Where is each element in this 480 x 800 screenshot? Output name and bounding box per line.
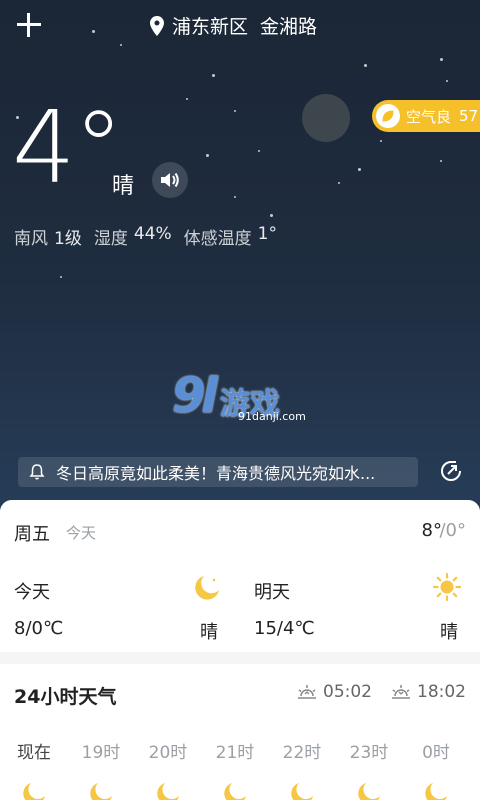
aqi-value: 57 [459, 107, 479, 125]
forecast-day-name: 今天 [14, 582, 50, 603]
forecast-card: 周五 今天 8° /0° 今天 8/0℃ 晴 明天 15/4℃ 晴 24小时天气… [0, 500, 480, 800]
location-district: 浦东新区 [172, 16, 249, 38]
location-selector[interactable]: 浦东新区 金湘路 [150, 12, 317, 39]
moon-icon [195, 576, 219, 600]
hour-label: 21时 [215, 743, 255, 763]
share-icon[interactable] [436, 456, 466, 486]
today-label: 今天 [66, 524, 97, 542]
news-ticker[interactable]: 冬日高原竟如此柔美！青海贵德风光宛如水... [18, 457, 418, 487]
add-city-button[interactable] [14, 10, 44, 40]
sunrise-time: 05:02 [323, 682, 372, 702]
hour-item[interactable]: 0时 [406, 738, 466, 800]
forecast-day-name: 明天 [254, 582, 290, 603]
moon-icon [23, 783, 45, 800]
location-pin-icon [150, 15, 164, 36]
humidity-value: 44% [133, 224, 172, 244]
speaker-icon [161, 172, 179, 188]
location-road: 金湘路 [260, 16, 318, 38]
moon-icon [358, 783, 380, 800]
hour-item[interactable]: 现在 [4, 738, 64, 800]
air-quality-badge[interactable]: 空气良 57 [372, 100, 480, 132]
forecast-range: 15/4℃ [254, 618, 315, 639]
hour-list: 现在 19时 20时 21时 22时 23时 0时 [0, 738, 480, 800]
hour-label: 19时 [81, 743, 121, 763]
moon-icon [90, 783, 112, 800]
moon-icon [291, 783, 313, 800]
hour-label: 现在 [17, 743, 51, 763]
leaf-icon [376, 104, 400, 128]
watermark: 9l 游戏 91danji.com [172, 368, 306, 424]
humidity-label: 湿度 [93, 229, 128, 249]
top-bar: 浦东新区 金湘路 [0, 0, 480, 56]
sunset: 18:02 [390, 682, 466, 702]
sunrise-icon [298, 685, 316, 699]
hour-label: 0时 [422, 743, 450, 763]
current-temperature: 4° [12, 89, 124, 206]
hourly-title: 24小时天气 [14, 686, 117, 708]
hour-item[interactable]: 21时 [205, 738, 265, 800]
bell-icon [29, 464, 45, 480]
current-condition: 晴 [112, 174, 135, 199]
hour-label: 22时 [282, 743, 322, 763]
forecast-condition: 晴 [200, 622, 218, 643]
hour-item[interactable]: 23时 [339, 738, 399, 800]
wind-value: 1级 [54, 229, 82, 249]
sun-icon [432, 572, 462, 602]
moon-icon [425, 783, 447, 800]
forecast-condition: 晴 [440, 622, 458, 643]
weather-details: 南风 1级 湿度 44% 体感温度 1° [14, 224, 289, 249]
moon-icon [157, 783, 179, 800]
voice-broadcast-button[interactable] [152, 162, 188, 198]
sunrise: 05:02 [296, 682, 372, 702]
hour-item[interactable]: 19时 [71, 738, 131, 800]
aqi-label: 空气良 [406, 107, 452, 126]
feels-like-value: 1° [257, 224, 277, 244]
watermark-site: 91danji.com [238, 410, 306, 423]
moon-icon [302, 94, 354, 142]
forecast-tomorrow[interactable]: 明天 15/4℃ 晴 [240, 558, 480, 652]
feels-like-label: 体感温度 [183, 229, 252, 249]
hour-item[interactable]: 20时 [138, 738, 198, 800]
forecast-range: 8/0℃ [14, 618, 64, 639]
hour-label: 23时 [349, 743, 389, 763]
hourly-forecast: 24小时天气 05:02 18:02 现在 19时 20时 21时 22时 23… [0, 664, 480, 800]
two-day-forecast: 今天 8/0℃ 晴 明天 15/4℃ 晴 [0, 558, 480, 652]
sunset-time: 18:02 [417, 682, 466, 702]
sunset-icon [392, 685, 410, 699]
hour-item[interactable]: 22时 [272, 738, 332, 800]
forecast-today[interactable]: 今天 8/0℃ 晴 [0, 558, 240, 652]
weekday: 周五 [14, 524, 50, 545]
watermark-logo: 9l [172, 368, 218, 424]
hour-label: 20时 [148, 743, 188, 763]
today-header[interactable]: 周五 今天 8° /0° [0, 500, 480, 560]
news-text: 冬日高原竟如此柔美！青海贵德风光宛如水... [56, 464, 376, 483]
moon-icon [224, 783, 246, 800]
today-low: /0° [439, 520, 466, 541]
wind-label: 南风 [14, 229, 48, 249]
